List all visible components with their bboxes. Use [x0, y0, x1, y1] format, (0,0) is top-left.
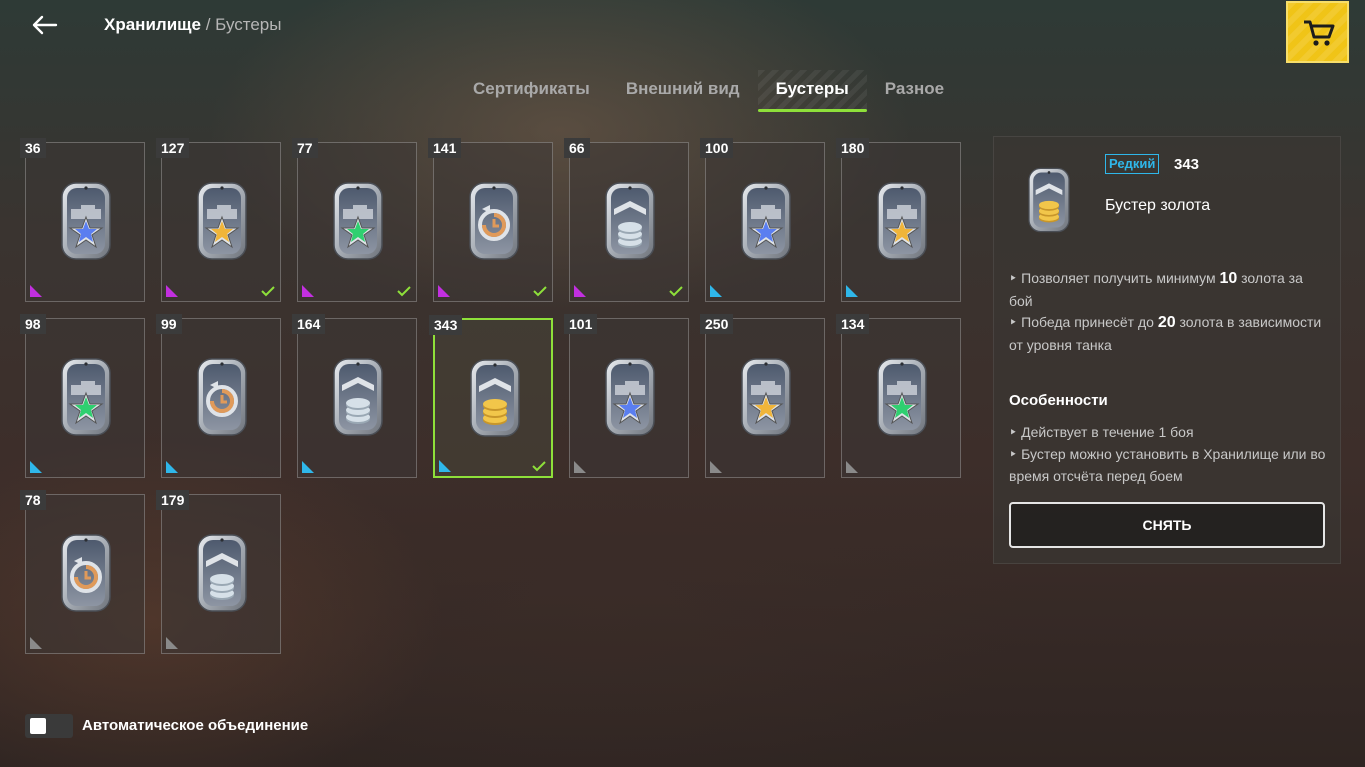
booster-count: 343: [429, 315, 463, 335]
tab-certificates[interactable]: Сертификаты: [455, 70, 608, 112]
booster-count: 66: [564, 138, 590, 158]
description-2: ‣ Победа принесёт до 20 золота в зависим…: [1009, 314, 1322, 353]
rarity-corner-icon: [302, 461, 314, 473]
rarity-corner-icon: [846, 285, 858, 297]
check-icon: [532, 461, 546, 472]
booster-count: 127: [156, 138, 190, 158]
booster-count: 101: [564, 314, 598, 334]
booster-card[interactable]: 250: [700, 314, 825, 478]
booster-card[interactable]: 164: [292, 314, 417, 478]
star-blue-booster-icon: [741, 182, 791, 260]
rarity-corner-icon: [302, 285, 314, 297]
remove-button[interactable]: СНЯТЬ: [1009, 502, 1325, 548]
booster-card[interactable]: 134: [836, 314, 961, 478]
booster-card[interactable]: 179: [156, 490, 281, 654]
rarity-corner-icon: [710, 461, 722, 473]
star-gold-booster-icon: [741, 358, 791, 436]
rarity-corner-icon: [166, 285, 178, 297]
breadcrumb: Хранилище / Бустеры: [104, 15, 281, 35]
tab-bar: Сертификаты Внешний вид Бустеры Разное: [455, 70, 962, 112]
rarity-corner-icon: [438, 285, 450, 297]
booster-count: 141: [428, 138, 462, 158]
booster-card[interactable]: 127: [156, 138, 281, 302]
booster-count: 99: [156, 314, 182, 334]
booster-count: 36: [20, 138, 46, 158]
rarity-corner-icon: [166, 461, 178, 473]
tab-boosters[interactable]: Бустеры: [757, 70, 867, 112]
rarity-corner-icon: [574, 285, 586, 297]
rarity-corner-icon: [30, 637, 42, 649]
breadcrumb-main[interactable]: Хранилище: [104, 15, 201, 34]
booster-title: Бустер золота: [1105, 197, 1211, 214]
booster-count: 134: [836, 314, 870, 334]
booster-card[interactable]: 98: [20, 314, 145, 478]
booster-count: 164: [292, 314, 326, 334]
check-icon: [397, 286, 411, 297]
feature-1: ‣ Действует в течение 1 боя: [1009, 424, 1194, 440]
breadcrumb-current: Бустеры: [215, 15, 282, 34]
booster-count: 78: [20, 490, 46, 510]
booster-count: 179: [156, 490, 190, 510]
booster-count: 100: [700, 138, 734, 158]
check-icon: [261, 286, 275, 297]
booster-count: 343: [1174, 156, 1200, 173]
breadcrumb-separator: /: [205, 15, 211, 34]
check-icon: [533, 286, 547, 297]
booster-card[interactable]: 180: [836, 138, 961, 302]
feature-2: ‣ Бустер можно установить в Хранилище ил…: [1009, 446, 1326, 484]
booster-detail-panel: Редкий 343 Бустер золота ‣ Позволяет пол…: [993, 136, 1341, 564]
coins-silver-booster-icon: [197, 534, 247, 612]
back-button[interactable]: [28, 10, 62, 40]
coins-silver-booster-icon: [605, 182, 655, 260]
booster-card[interactable]: 36: [20, 138, 145, 302]
features-heading: Особенности: [1009, 392, 1108, 409]
tab-misc[interactable]: Разное: [867, 70, 962, 112]
coins-silver-booster-icon: [333, 358, 383, 436]
star-blue-booster-icon: [605, 358, 655, 436]
clock-booster-icon: [197, 358, 247, 436]
star-gold-booster-icon: [197, 182, 247, 260]
check-icon: [669, 286, 683, 297]
arrow-left-icon: [32, 15, 58, 35]
auto-merge-label: Автоматическое объединение: [82, 717, 309, 734]
star-green-booster-icon: [61, 358, 111, 436]
star-green-booster-icon: [333, 182, 383, 260]
star-gold-booster-icon: [877, 182, 927, 260]
rarity-corner-icon: [30, 461, 42, 473]
auto-merge-toggle[interactable]: [25, 714, 73, 738]
booster-count: 180: [836, 138, 870, 158]
star-green-booster-icon: [877, 358, 927, 436]
booster-card[interactable]: 66: [564, 138, 689, 302]
description-1: ‣ Позволяет получить минимум 10 золота з…: [1009, 270, 1303, 309]
rarity-corner-icon: [166, 637, 178, 649]
booster-card[interactable]: 101: [564, 314, 689, 478]
booster-card[interactable]: 78: [20, 490, 145, 654]
rarity-corner-icon: [710, 285, 722, 297]
booster-count: 250: [700, 314, 734, 334]
rarity-corner-icon: [846, 461, 858, 473]
rarity-corner-icon: [30, 285, 42, 297]
booster-count: 98: [20, 314, 46, 334]
clock-booster-icon: [469, 182, 519, 260]
booster-card[interactable]: 100: [700, 138, 825, 302]
booster-card[interactable]: 77: [292, 138, 417, 302]
coins-gold-booster-icon: [470, 359, 520, 437]
rarity-corner-icon: [439, 460, 451, 472]
tab-appearance[interactable]: Внешний вид: [608, 70, 758, 112]
clock-booster-icon: [61, 534, 111, 612]
star-blue-booster-icon: [61, 182, 111, 260]
shop-button[interactable]: [1286, 1, 1349, 63]
toggle-knob: [30, 718, 46, 734]
rarity-badge: Редкий: [1105, 154, 1160, 174]
rarity-corner-icon: [574, 461, 586, 473]
gold-booster-icon: [1028, 167, 1070, 233]
cart-icon: [1304, 20, 1335, 46]
booster-card[interactable]: 343: [429, 315, 553, 478]
booster-count: 77: [292, 138, 318, 158]
booster-card[interactable]: 99: [156, 314, 281, 478]
booster-card[interactable]: 141: [428, 138, 553, 302]
